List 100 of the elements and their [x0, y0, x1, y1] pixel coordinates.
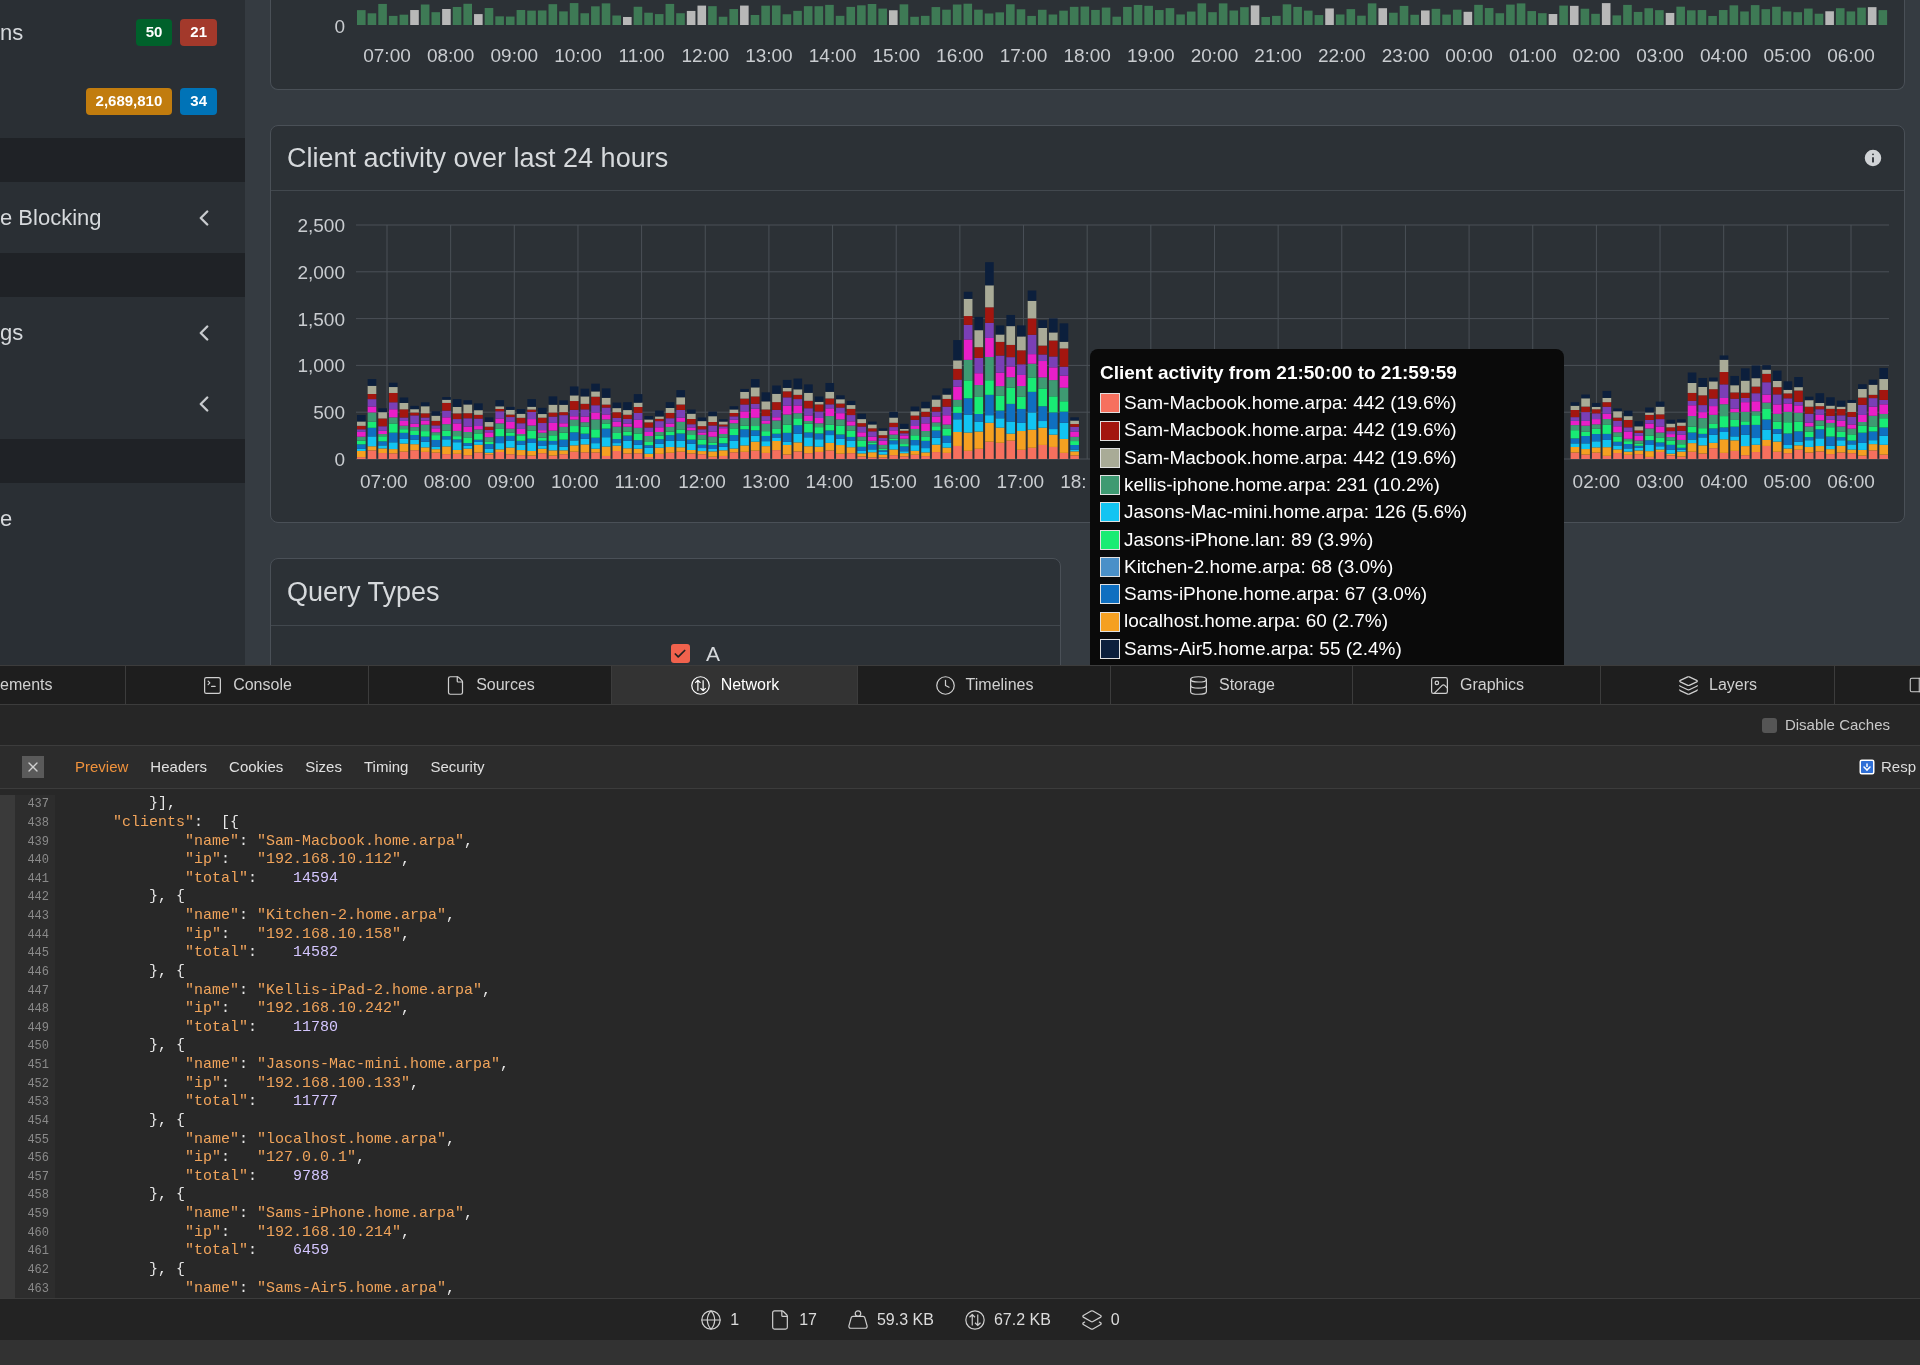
code-line: }], [148, 795, 177, 814]
card-title: Query Types [287, 575, 440, 609]
tooltip-entry: kellis-iphone.home.arpa: 231 (10.2%) [1124, 472, 1440, 497]
count-badge: 34 [180, 88, 217, 115]
devtools-tab[interactable]: Graphics [1353, 666, 1601, 704]
axis-label: 17:00 [996, 471, 1045, 492]
tooltip-entry: Sams-Air5.home.arpa: 55 (2.4%) [1124, 636, 1402, 661]
line-number: 437 [15, 795, 55, 814]
devtools-tab[interactable]: Storage [1111, 666, 1353, 704]
code-line: }, { [148, 888, 186, 907]
code-line: "total": 14594 [184, 869, 339, 888]
axis-label: 01:00 [1508, 45, 1557, 66]
code-line: }, { [148, 962, 186, 981]
transfer-icon [963, 1308, 986, 1331]
clock-icon [934, 674, 956, 696]
sidebar-item[interactable]: ns 50 21 [0, 0, 245, 65]
devtools-tab[interactable]: Network [612, 666, 858, 704]
subtab[interactable]: Timing [352, 755, 420, 779]
sidebar-item-label: e Blocking [0, 204, 102, 232]
axis-label: 0 [334, 16, 345, 37]
axis-label: 12:00 [681, 45, 730, 66]
tooltip-entry: Jasons-iPhone.lan: 89 (3.9%) [1124, 527, 1374, 552]
subtab[interactable]: Sizes [294, 755, 353, 779]
axis-label: 17:00 [999, 45, 1048, 66]
subtab[interactable]: Preview [64, 755, 140, 779]
tooltip-entry: localhost.home.arpa: 60 (2.7%) [1124, 609, 1389, 634]
tooltip-entry: Sam-Macbook.home.arpa: 442 (19.6%) [1124, 418, 1457, 443]
axis-label: 08:00 [426, 45, 475, 66]
axis-label: 08:00 [423, 471, 472, 492]
status-count: 1 [730, 1309, 740, 1330]
axis-label: 11:00 [614, 471, 661, 492]
legend-label: A [706, 641, 720, 665]
sidebar-item[interactable]: gs [0, 297, 245, 368]
code-line: "clients": [{ [112, 813, 240, 832]
status-count: 0 [1110, 1309, 1120, 1330]
axis-label: 16:00 [936, 45, 984, 66]
code-line: "name": "Kitchen-2.home.arpa", [184, 907, 456, 926]
axis-label: 1,500 [297, 308, 345, 330]
axis-label: 22:00 [1318, 45, 1366, 66]
axis-label: 11:00 [618, 45, 665, 66]
disable-caches-checkbox[interactable]: Disable Caches [1761, 713, 1890, 737]
code-line: "name": "Jasons-Mac-mini.home.arpa", [184, 1056, 510, 1075]
code-line: "total": 11777 [184, 1093, 339, 1112]
code-line: "ip": "192.168.10.242", [184, 1000, 411, 1019]
axis-label: 03:00 [1636, 45, 1684, 66]
subtab[interactable]: Cookies [218, 755, 295, 779]
devtools-tab[interactable]: ements [0, 666, 126, 704]
axis-label: 10:00 [554, 45, 602, 66]
axis-label: 2,500 [297, 215, 345, 236]
axis-label: 15:00 [872, 45, 920, 66]
axis-label: 2,000 [297, 261, 345, 283]
download-icon [1857, 758, 1876, 776]
axis-label: 12:00 [678, 471, 726, 492]
axis-label: 04:00 [1699, 45, 1748, 66]
code-line: "total": 14582 [184, 944, 339, 963]
checkbox[interactable] [1761, 717, 1777, 733]
devtools-tab[interactable]: Timelines [858, 666, 1111, 704]
code-line: "ip": "127.0.0.1", [184, 1149, 366, 1168]
axis-label: 20:00 [1190, 45, 1239, 66]
axis-label: 21:00 [1254, 45, 1302, 66]
code-line: "ip": "192.168.10.158", [184, 925, 411, 944]
code-line: "name": "Sams-Air5.home.arpa", [184, 1279, 456, 1298]
code-line: "ip": "192.168.100.133", [184, 1074, 420, 1093]
legend-checkbox[interactable] [671, 644, 690, 664]
tooltip-entry: Sams-iPhone.home.arpa: 67 (3.0%) [1124, 582, 1428, 607]
sidebar-item[interactable]: e Blocking [0, 182, 245, 253]
axis-label: 05:00 [1763, 471, 1812, 492]
close-button[interactable] [22, 756, 44, 778]
code-line: "total": 11780 [184, 1018, 339, 1037]
axis-label: 1,000 [297, 355, 345, 377]
sidebar-item-label: gs [0, 319, 24, 347]
devtools-tab[interactable]: Layers [1601, 666, 1835, 704]
code-line: "ip": "192.168.10.214", [184, 1223, 411, 1242]
axis-label: 02:00 [1572, 471, 1621, 492]
subtab[interactable]: Security [419, 755, 496, 779]
response-button[interactable]: Resp [1857, 755, 1916, 779]
count-badge: 50 [135, 19, 173, 46]
line-number: 453 [15, 1093, 55, 1112]
sidebar-item[interactable]: 2,689,810 34 [0, 65, 245, 138]
info-icon[interactable] [1862, 147, 1884, 169]
axis-label: 09:00 [487, 471, 535, 492]
line-number: 444 [15, 925, 55, 944]
sidebar-item[interactable]: e [0, 483, 245, 554]
database-icon [1187, 674, 1209, 696]
status-count: 59.3 KB [876, 1309, 934, 1330]
code-line: }, { [148, 1037, 186, 1056]
devtools-tab[interactable]: Console [126, 666, 369, 704]
count-badge: 2,689,810 [85, 88, 173, 115]
subtab[interactable]: Headers [139, 755, 219, 779]
axis-label: 23:00 [1381, 45, 1430, 66]
line-number: 450 [15, 1037, 55, 1056]
line-number: 447 [15, 981, 55, 1000]
image-icon [1429, 674, 1450, 696]
status-count: 67.2 KB [993, 1309, 1051, 1330]
sidebar-item-label: ns [0, 19, 24, 47]
axis-label: 13:00 [741, 471, 790, 492]
axis-label: 00:00 [1445, 45, 1493, 66]
axis-label: 500 [313, 402, 345, 424]
line-number: 460 [15, 1223, 55, 1242]
axis-label: 18: [1060, 471, 1087, 492]
